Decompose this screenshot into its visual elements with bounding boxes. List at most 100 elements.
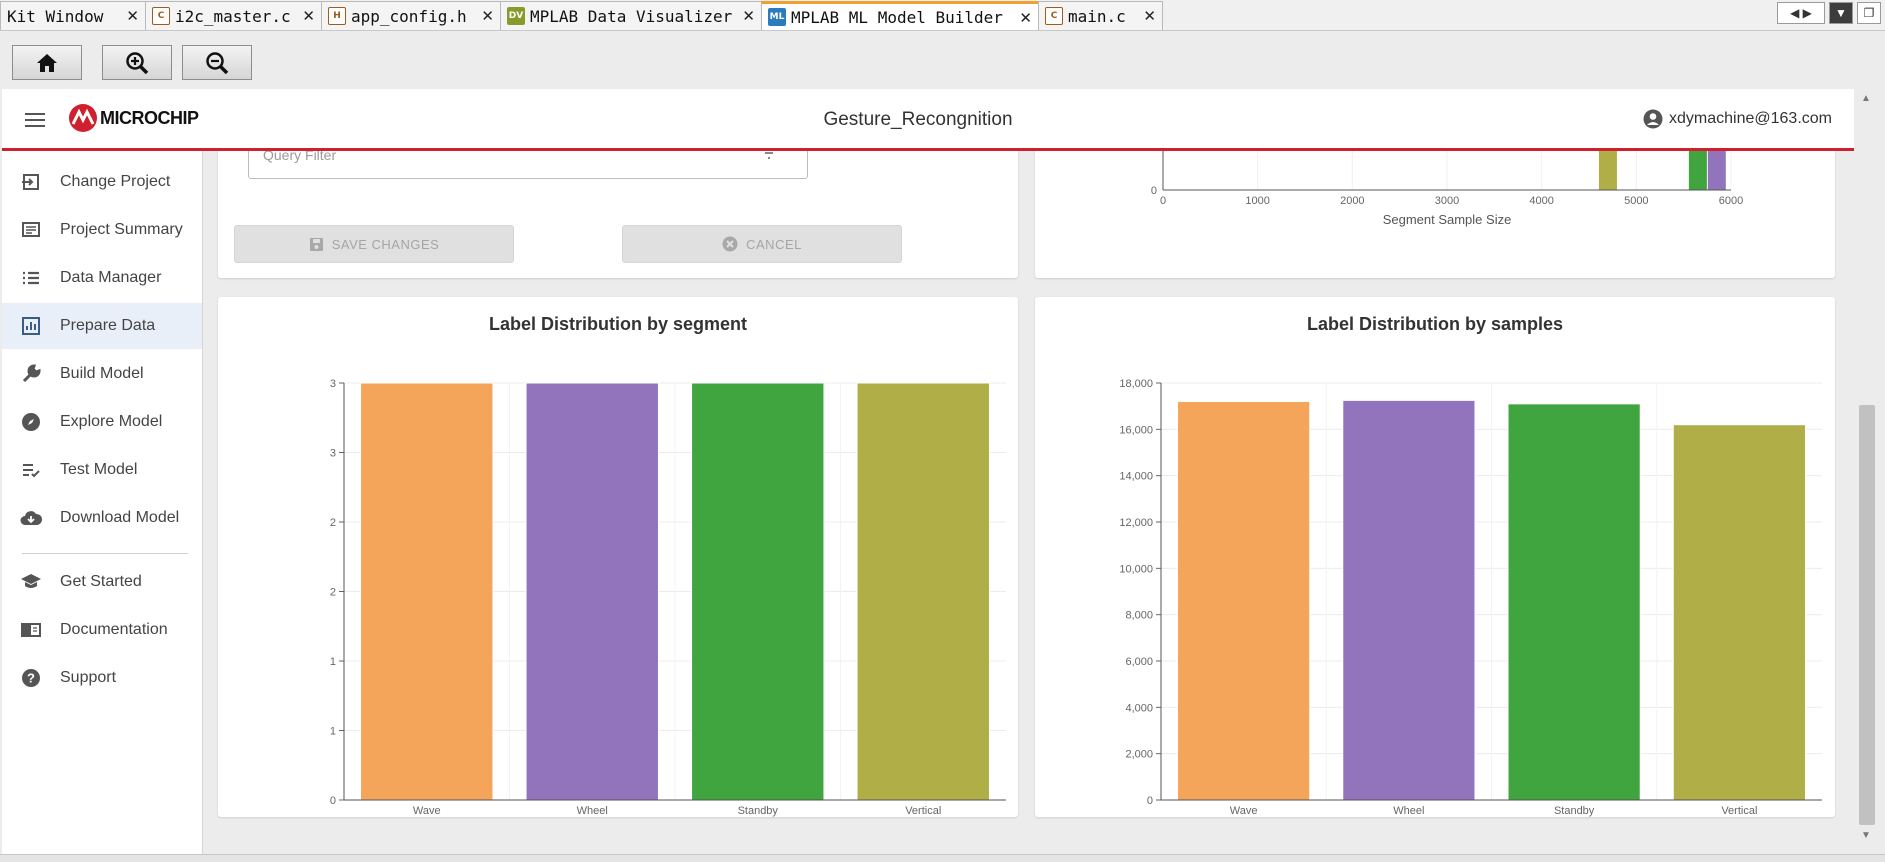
tab-label: app_config.h (351, 6, 467, 26)
segment-size-histogram-card: 0 1000 2000 3000 4000 5000 6000 0 Segment Sample… (1035, 151, 1835, 278)
histogram-bar (1688, 151, 1707, 190)
scroll-down-icon[interactable]: ▼ (1861, 830, 1871, 841)
close-icon[interactable]: ✕ (302, 7, 315, 25)
scrollbar-thumb[interactable] (1859, 405, 1875, 825)
restore-window-icon[interactable]: ❐ (1857, 2, 1881, 24)
y-tick-label: 1 (330, 656, 336, 668)
scroll-up-icon[interactable]: ▲ (1861, 93, 1871, 104)
wrench-icon (22, 364, 41, 383)
tab-label: MPLAB Data Visualizer (530, 6, 733, 26)
tab-label: main.c (1068, 6, 1126, 26)
tab-scroll-arrows-icon[interactable]: ◀ ▶ (1777, 2, 1825, 24)
tab-kit-window[interactable]: Kit Window ✕ (0, 1, 146, 30)
sidebar-item-label: Build Model (60, 365, 144, 382)
x-tick-label: Wheel (1393, 805, 1424, 817)
tab-label: MPLAB ML Model Builder (791, 7, 1003, 27)
main-content: Query Filter SAVE CHANGES CANCEL 0 1000 20… (204, 151, 1854, 854)
tab-list-dropdown-icon[interactable]: ▼ (1829, 2, 1853, 24)
y-tick-label: 8,000 (1125, 610, 1153, 622)
zoom-out-button[interactable] (182, 45, 252, 80)
tab-app-config[interactable]: H app_config.h ✕ (321, 1, 501, 30)
save-changes-label: SAVE CHANGES (331, 236, 440, 252)
tab-data-visualizer[interactable]: DV MPLAB Data Visualizer ✕ (500, 1, 762, 30)
sidebar-item-data-manager[interactable]: Data Manager (2, 255, 202, 301)
sidebar-item-build-model[interactable]: Build Model (2, 351, 202, 397)
c-file-icon: C (1045, 7, 1063, 25)
sidebar-item-label: Change Project (60, 173, 171, 190)
view-toolbar (0, 31, 1885, 89)
sidebar-item-label: Get Started (60, 573, 142, 590)
x-tick-label: 6000 (1719, 195, 1743, 207)
sidebar-item-label: Documentation (60, 621, 168, 638)
sidebar-item-get-started[interactable]: Get Started (2, 559, 202, 605)
close-icon[interactable]: ✕ (126, 7, 139, 25)
vertical-scrollbar[interactable]: ▲ ▼ (1855, 89, 1879, 854)
bar-vertical (1672, 424, 1806, 801)
enter-icon (22, 174, 39, 190)
segment-size-histogram: 0 1000 2000 3000 4000 5000 6000 0 Segment Sample… (1151, 151, 1743, 227)
y-tick-label: 10,000 (1119, 563, 1153, 575)
y-tick-label: 18,000 (1119, 378, 1153, 390)
compass-icon (22, 413, 40, 431)
sidebar-item-support[interactable]: ? Support (2, 655, 202, 701)
y-tick-label: 0 (330, 795, 336, 807)
sidebar-item-documentation[interactable]: Documentation (2, 607, 202, 653)
bar-wheel (525, 382, 659, 801)
c-file-icon: C (152, 7, 170, 25)
y-tick-label: 2,000 (1125, 749, 1153, 761)
dv-icon: DV (507, 7, 525, 25)
x-tick-label: Vertical (905, 805, 941, 817)
sidebar-item-test-model[interactable]: Test Model (2, 447, 202, 493)
user-account[interactable]: xdymachine@163.com (1643, 109, 1832, 129)
header-file-icon: H (328, 7, 346, 25)
sidebar-item-label: Project Summary (60, 221, 183, 238)
home-icon (37, 53, 57, 72)
zoom-in-button[interactable] (102, 45, 172, 80)
status-bar (0, 854, 1885, 862)
ide-tab-strip: Kit Window ✕ C i2c_master.c ✕ H app_conf… (0, 0, 1885, 31)
sidebar-item-prepare-data[interactable]: Prepare Data (2, 303, 202, 349)
y-tick-label: 0 (1151, 185, 1157, 197)
close-icon[interactable]: ✕ (1019, 9, 1032, 27)
sidebar-item-download-model[interactable]: Download Model (2, 495, 202, 541)
bar-standby (1507, 403, 1641, 801)
x-tick-label: 3000 (1435, 195, 1459, 207)
query-filter-placeholder: Query Filter (263, 151, 337, 163)
tab-i2c-master[interactable]: C i2c_master.c ✕ (145, 1, 322, 30)
chart-icon (22, 317, 40, 335)
filter-icon (765, 152, 773, 159)
sidebar-item-label: Support (60, 669, 117, 686)
close-icon[interactable]: ✕ (1143, 7, 1156, 25)
x-tick-label: Wheel (577, 805, 608, 817)
sidebar-item-label: Download Model (60, 509, 180, 526)
close-icon[interactable]: ✕ (481, 7, 494, 25)
y-tick-label: 3 (330, 378, 336, 390)
tab-label: i2c_master.c (175, 6, 291, 26)
label-distribution-samples-card: Label Distribution by samples 0 2,000 4,00… (1035, 297, 1835, 817)
sidebar-item-project-summary[interactable]: Project Summary (2, 207, 202, 253)
user-email: xdymachine@163.com (1669, 110, 1832, 127)
x-tick-label: 1000 (1245, 195, 1269, 207)
tab-main-c[interactable]: C main.c ✕ (1038, 1, 1163, 30)
chart-title-samples: Label Distribution by samples (1306, 314, 1564, 334)
sidebar-item-explore-model[interactable]: Explore Model (2, 399, 202, 445)
sidebar-item-label: Data Manager (60, 269, 162, 286)
y-tick-label: 0 (1147, 795, 1153, 807)
bar-wave (360, 382, 494, 801)
save-icon (309, 237, 323, 251)
tab-label: Kit Window (7, 6, 104, 26)
close-icon[interactable]: ✕ (742, 7, 755, 25)
summary-icon (22, 222, 40, 237)
y-tick-label: 14,000 (1119, 471, 1153, 483)
segment-filter-card: Query Filter SAVE CHANGES CANCEL (218, 151, 1018, 278)
save-changes-button[interactable]: SAVE CHANGES (234, 225, 514, 263)
sidebar-item-change-project[interactable]: Change Project (2, 159, 202, 205)
help-icon: ? (22, 669, 40, 687)
home-button[interactable] (12, 45, 82, 80)
cancel-button[interactable]: CANCEL (622, 225, 902, 263)
x-tick-label: Standby (1554, 805, 1595, 817)
tab-ml-model-builder[interactable]: ML MPLAB ML Model Builder ✕ (761, 1, 1039, 30)
query-filter-input[interactable]: Query Filter (248, 151, 808, 179)
label-distribution-segment-chart: 0 1 1 2 2 3 3 Wave Wheel Standby Vertical (330, 378, 1006, 817)
school-icon (21, 574, 41, 588)
